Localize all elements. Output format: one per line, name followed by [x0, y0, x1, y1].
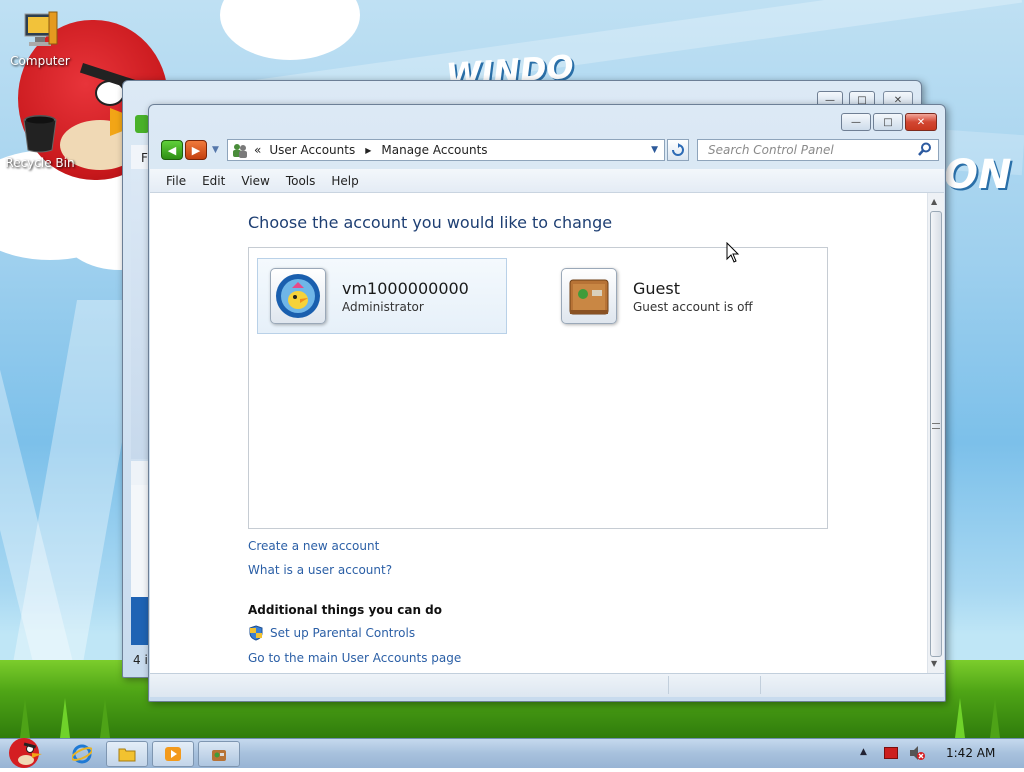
desktop-icon-recycle-bin[interactable]: Recycle Bin: [0, 112, 80, 170]
accounts-panel: vm1000000000 Administrator Guest Guest a…: [248, 247, 828, 529]
account-tile-admin[interactable]: vm1000000000 Administrator: [257, 258, 507, 334]
quicklaunch-ie[interactable]: [70, 744, 94, 764]
account-picture-guest: [561, 268, 617, 324]
desktop-icon-label: Recycle Bin: [5, 156, 75, 170]
create-account-link[interactable]: Create a new account: [248, 539, 379, 553]
taskbar: ▲ 1:42 AM: [0, 738, 1024, 768]
bird-avatar-icon: [276, 274, 320, 318]
minimize-button[interactable]: —: [841, 113, 871, 131]
computer-icon: [19, 10, 61, 52]
account-picture-admin: [270, 268, 326, 324]
breadcrumb-separator-icon[interactable]: ▶: [365, 146, 371, 155]
account-name: Guest: [633, 278, 680, 298]
taskbar-explorer[interactable]: [106, 741, 148, 767]
show-hidden-icons-button[interactable]: ▲: [860, 747, 867, 757]
breadcrumb-overflow[interactable]: «: [254, 143, 261, 157]
clock[interactable]: 1:42 AM: [946, 746, 995, 760]
start-button[interactable]: [2, 733, 48, 769]
manage-accounts-window[interactable]: — □ ✕ ◀ ▶ ▼ « User Accounts ▶ Manage Acc…: [148, 104, 946, 702]
parental-controls-item[interactable]: Set up Parental Controls: [248, 625, 415, 641]
menu-tools[interactable]: Tools: [278, 174, 324, 188]
menu-file[interactable]: File: [158, 174, 194, 188]
page-title: Choose the account you would like to cha…: [248, 213, 613, 232]
folder-icon: [118, 748, 136, 762]
account-name: vm1000000000: [342, 278, 469, 298]
address-bar[interactable]: « User Accounts ▶ Manage Accounts ▼: [227, 139, 665, 161]
menu-bar: File Edit View Tools Help: [150, 169, 944, 193]
breadcrumb-user-accounts[interactable]: User Accounts: [269, 143, 355, 157]
wallpaper-logo: ON: [944, 152, 1012, 198]
account-role: Administrator: [342, 299, 424, 314]
suitcase-icon: [569, 279, 609, 315]
scroll-down-arrow-icon[interactable]: ▼: [931, 659, 937, 668]
menu-edit[interactable]: Edit: [194, 174, 233, 188]
forward-button[interactable]: ▶: [185, 140, 207, 160]
media-player-icon: [165, 747, 181, 761]
maximize-button[interactable]: □: [873, 113, 903, 131]
menu-help[interactable]: Help: [323, 174, 366, 188]
angry-bird-start-icon: [9, 738, 42, 768]
volume-muted-icon[interactable]: [908, 745, 926, 764]
additional-heading: Additional things you can do: [248, 603, 443, 617]
recent-pages-dropdown-icon[interactable]: ▼: [212, 145, 219, 155]
account-role: Guest account is off: [633, 299, 753, 314]
status-bar: [150, 673, 944, 697]
scroll-grip-icon: [932, 423, 940, 429]
vertical-scrollbar[interactable]: ▲ ▼: [927, 193, 944, 673]
back-button[interactable]: ◀: [161, 140, 183, 160]
scrollbar-thumb[interactable]: [930, 211, 942, 657]
refresh-button[interactable]: [667, 139, 689, 161]
taskbar-user-accounts[interactable]: [198, 741, 240, 767]
parental-controls-link[interactable]: Set up Parental Controls: [270, 626, 415, 640]
action-center-icon[interactable]: [884, 747, 898, 759]
breadcrumb-manage-accounts[interactable]: Manage Accounts: [381, 143, 487, 157]
menu-view[interactable]: View: [233, 174, 277, 188]
back-nav-button[interactable]: [135, 115, 149, 133]
shield-icon: [249, 625, 263, 641]
refresh-icon: [672, 143, 684, 156]
desktop-icon-computer[interactable]: Computer: [0, 10, 80, 68]
recycle-bin-icon: [19, 112, 61, 154]
account-tile-guest[interactable]: Guest Guest account is off: [549, 258, 799, 334]
mouse-cursor-icon: [726, 241, 740, 267]
user-accounts-icon: [212, 750, 226, 761]
close-button[interactable]: ✕: [905, 113, 937, 131]
users-icon: [230, 141, 250, 159]
scroll-up-arrow-icon[interactable]: ▲: [931, 197, 937, 206]
what-is-user-account-link[interactable]: What is a user account?: [248, 563, 392, 577]
search-icon[interactable]: [918, 142, 932, 159]
internet-explorer-icon: [70, 744, 94, 764]
address-dropdown-icon[interactable]: ▼: [651, 145, 658, 155]
search-input[interactable]: Search Control Panel: [697, 139, 939, 161]
search-placeholder: Search Control Panel: [708, 143, 834, 157]
desktop-icon-label: Computer: [10, 54, 70, 68]
content-pane: Choose the account you would like to cha…: [150, 193, 944, 673]
taskbar-media-player[interactable]: [152, 741, 194, 767]
main-user-accounts-link[interactable]: Go to the main User Accounts page: [248, 651, 461, 665]
